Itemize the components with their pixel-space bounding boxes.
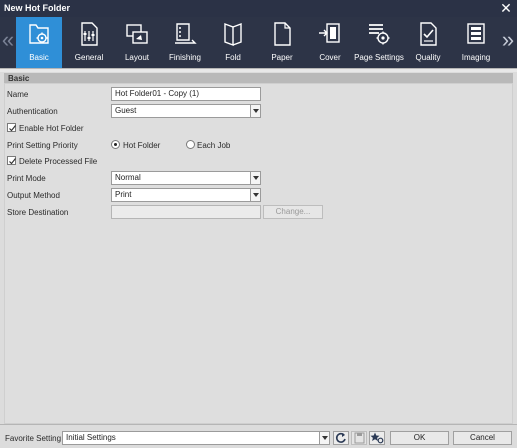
tab-quality[interactable]: Quality xyxy=(405,17,451,68)
output-method-select[interactable]: Print xyxy=(111,188,261,202)
tab-fold[interactable]: Fold xyxy=(210,17,256,68)
tab-cover[interactable]: Cover xyxy=(307,17,353,68)
checkmark-icon xyxy=(9,158,16,165)
star-gear-icon xyxy=(370,432,384,444)
favorite-setting-label: Favorite Setting xyxy=(5,434,62,443)
paper-icon xyxy=(274,22,291,46)
print-mode-label: Print Mode xyxy=(7,174,46,183)
chevron-down-icon xyxy=(250,172,260,184)
basic-settings-panel: Name Hot Folder01 - Copy (1) Authenticat… xyxy=(4,83,513,424)
tab-layout[interactable]: Layout xyxy=(114,17,160,68)
tab-imaging[interactable]: Imaging xyxy=(453,17,499,68)
authentication-label: Authentication xyxy=(7,107,58,116)
each-job-radio[interactable] xyxy=(186,140,195,149)
document-sliders-icon xyxy=(81,22,98,46)
hot-folder-radio-label: Hot Folder xyxy=(123,141,161,150)
cancel-button[interactable]: Cancel xyxy=(453,431,512,445)
tab-page-settings[interactable]: Page Settings xyxy=(354,17,404,68)
store-destination-label: Store Destination xyxy=(7,208,69,217)
print-mode-select[interactable]: Normal xyxy=(111,171,261,185)
output-method-label: Output Method xyxy=(7,191,60,200)
authentication-select[interactable]: Guest xyxy=(111,104,261,118)
scroll-right-icon[interactable]: » xyxy=(501,29,515,53)
name-label: Name xyxy=(7,90,29,99)
fold-icon xyxy=(224,22,242,47)
toolbar-divider xyxy=(0,68,517,72)
imaging-icon xyxy=(467,23,485,44)
finishing-tray-icon xyxy=(175,23,197,44)
chevron-down-icon xyxy=(250,105,260,117)
print-setting-priority-label: Print Setting Priority xyxy=(7,141,78,150)
layout-pages-icon xyxy=(126,24,148,44)
favorite-setting-value: Initial Settings xyxy=(66,433,116,442)
tab-general[interactable]: General xyxy=(66,17,112,68)
footer-bar: Favorite Setting Initial Settings OK Can… xyxy=(0,424,517,448)
save-icon xyxy=(354,432,365,444)
cover-insert-icon xyxy=(319,23,340,43)
page-settings-icon xyxy=(369,24,390,45)
each-job-radio-label: Each Job xyxy=(197,141,231,150)
chevron-down-icon xyxy=(319,432,329,444)
section-title: Basic xyxy=(8,74,30,83)
tab-label: Imaging xyxy=(461,53,491,62)
favorite-manage-button[interactable] xyxy=(369,431,385,445)
refresh-icon xyxy=(335,432,346,443)
tab-paper[interactable]: Paper xyxy=(259,17,305,68)
close-icon[interactable]: ✕ xyxy=(499,1,513,15)
tab-finishing[interactable]: Finishing xyxy=(162,17,208,68)
checkmark-icon xyxy=(9,125,16,132)
delete-processed-file-checkbox[interactable] xyxy=(7,156,16,165)
refresh-button[interactable] xyxy=(333,431,349,445)
scroll-left-icon[interactable]: « xyxy=(1,29,15,53)
change-button[interactable]: Change... xyxy=(263,205,323,219)
settings-tab-bar: « Basic General Layout Finishing Fold Pa… xyxy=(0,17,517,68)
enable-hot-folder-label: Enable Hot Folder xyxy=(19,124,84,133)
save-button[interactable] xyxy=(351,431,367,445)
quality-check-icon xyxy=(420,22,437,46)
section-header: Basic xyxy=(4,73,513,83)
print-mode-value: Normal xyxy=(115,173,141,182)
name-field[interactable]: Hot Folder01 - Copy (1) xyxy=(111,87,261,101)
favorite-setting-select[interactable]: Initial Settings xyxy=(62,431,330,445)
output-method-value: Print xyxy=(115,190,132,199)
tab-basic[interactable]: Basic xyxy=(16,17,62,68)
enable-hot-folder-checkbox[interactable] xyxy=(7,123,16,132)
ok-button[interactable]: OK xyxy=(390,431,449,445)
delete-processed-file-label: Delete Processed File xyxy=(19,157,98,166)
authentication-value: Guest xyxy=(115,106,137,115)
store-destination-field[interactable] xyxy=(111,205,261,219)
window-title: New Hot Folder xyxy=(4,3,71,13)
chevron-down-icon xyxy=(250,189,260,201)
hot-folder-radio[interactable] xyxy=(111,140,120,149)
folder-gear-icon xyxy=(29,24,49,44)
title-bar: New Hot Folder ✕ xyxy=(0,0,517,17)
new-hot-folder-dialog: New Hot Folder ✕ « Basic General Layout … xyxy=(0,0,517,448)
